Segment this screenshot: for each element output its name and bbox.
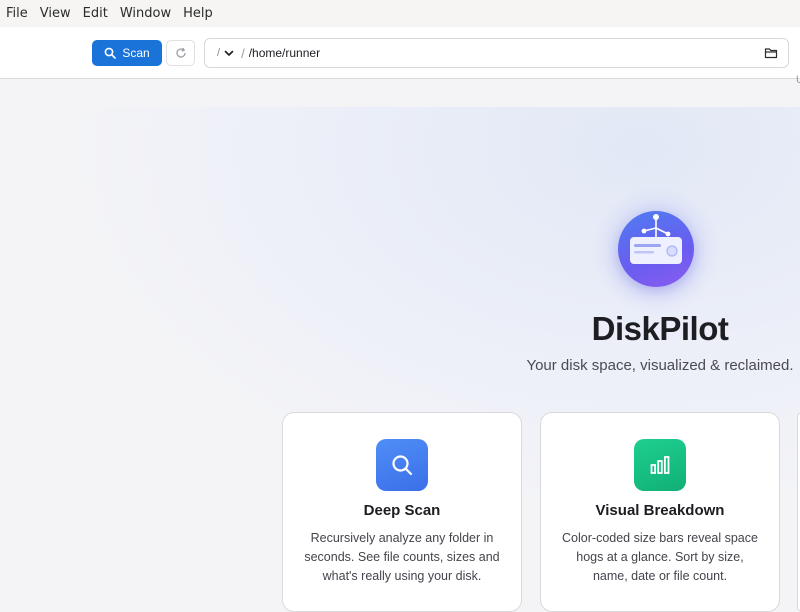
- feature-description: Color-coded size bars reveal space hogs …: [562, 531, 758, 583]
- refresh-button[interactable]: [166, 40, 195, 66]
- bar-chart-icon: [650, 456, 670, 474]
- scan-button-label: Scan: [122, 46, 150, 60]
- root-select-value: /: [217, 47, 221, 59]
- menu-bar: File View Edit Window Help: [0, 0, 800, 27]
- folder-icon[interactable]: [764, 46, 778, 60]
- feature-card-visual-breakdown: Visual Breakdown Color-coded size bars r…: [540, 412, 780, 612]
- menu-help[interactable]: Help: [177, 0, 219, 27]
- feature-title: Visual Breakdown: [595, 502, 725, 519]
- menu-file[interactable]: File: [0, 0, 34, 27]
- path-bar: / /: [204, 38, 789, 68]
- path-input[interactable]: [248, 46, 729, 60]
- toolbar: Scan / / U: [0, 27, 800, 86]
- menu-window[interactable]: Window: [114, 0, 177, 27]
- refresh-icon: [175, 47, 186, 58]
- chevron-down-icon: [224, 50, 234, 56]
- path-separator: /: [241, 45, 245, 61]
- toolbar-overflow-text: U: [796, 74, 800, 86]
- app-title: DiskPilot: [591, 310, 729, 347]
- feature-icon-tile: [634, 439, 686, 491]
- app-tagline: Your disk space, visualized & reclaimed.: [526, 357, 794, 374]
- menu-view[interactable]: View: [34, 0, 77, 27]
- app-logo: [618, 211, 694, 287]
- search-icon: [392, 455, 413, 476]
- feature-icon-tile: [376, 439, 428, 491]
- search-icon: [104, 47, 117, 59]
- scan-button[interactable]: Scan: [92, 40, 162, 66]
- feature-card-deep-scan: Deep Scan Recursively analyze any folder…: [282, 412, 522, 612]
- feature-description: Recursively analyze any folder in second…: [304, 531, 500, 583]
- feature-title: Deep Scan: [363, 502, 441, 519]
- root-select[interactable]: /: [217, 47, 234, 59]
- disk-drive-icon: [630, 214, 682, 264]
- menu-edit[interactable]: Edit: [77, 0, 114, 27]
